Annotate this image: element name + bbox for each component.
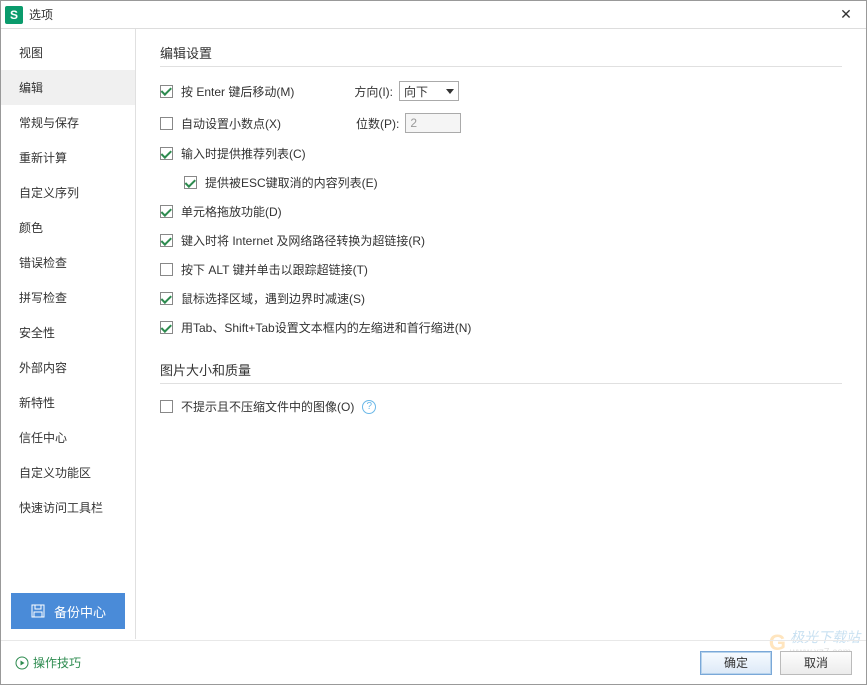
checkbox-tab-indent[interactable]: [160, 321, 173, 334]
sidebar-item-view[interactable]: 视图: [1, 35, 135, 70]
section-image-quality: 图片大小和质量: [160, 360, 842, 384]
sidebar-item-ribbon[interactable]: 自定义功能区: [1, 455, 135, 490]
select-direction-value: 向下: [404, 83, 428, 100]
titlebar: S 选项 ✕: [1, 1, 866, 29]
label-auto-decimal: 自动设置小数点(X): [181, 115, 281, 132]
cancel-button[interactable]: 取消: [780, 651, 852, 675]
checkbox-mouse-slow[interactable]: [160, 292, 173, 305]
sidebar-item-features[interactable]: 新特性: [1, 385, 135, 420]
sidebar-item-external[interactable]: 外部内容: [1, 350, 135, 385]
input-places[interactable]: [405, 113, 461, 133]
label-mouse-slow: 鼠标选择区域，遇到边界时减速(S): [181, 290, 365, 307]
chevron-down-icon: [446, 89, 454, 94]
main-area: 视图 编辑 常规与保存 重新计算 自定义序列 颜色 错误检查 拼写检查 安全性 …: [1, 29, 866, 639]
sidebar-item-recalculate[interactable]: 重新计算: [1, 140, 135, 175]
label-no-compress: 不提示且不压缩文件中的图像(O): [181, 398, 354, 415]
play-icon: [15, 656, 29, 670]
help-icon[interactable]: ?: [362, 400, 376, 414]
backup-label: 备份中心: [54, 602, 106, 621]
sidebar-item-custom-list[interactable]: 自定义序列: [1, 175, 135, 210]
label-tab-indent: 用Tab、Shift+Tab设置文本框内的左缩进和首行缩进(N): [181, 319, 471, 336]
backup-center-button[interactable]: 备份中心: [11, 593, 125, 629]
checkbox-drag-drop[interactable]: [160, 205, 173, 218]
checkbox-recommend-list[interactable]: [160, 147, 173, 160]
section-edit-settings: 编辑设置: [160, 43, 842, 67]
select-direction[interactable]: 向下: [399, 81, 459, 101]
checkbox-alt-click[interactable]: [160, 263, 173, 276]
sidebar-item-qat[interactable]: 快速访问工具栏: [1, 490, 135, 525]
tips-link[interactable]: 操作技巧: [15, 654, 81, 671]
label-drag-drop: 单元格拖放功能(D): [181, 203, 282, 220]
window-title: 选项: [29, 6, 830, 23]
footer: 操作技巧 确定 取消: [1, 640, 866, 684]
sidebar-item-edit[interactable]: 编辑: [1, 70, 135, 105]
sidebar-item-color[interactable]: 颜色: [1, 210, 135, 245]
content-panel: 编辑设置 按 Enter 键后移动(M) 方向(I): 向下 自动设置小数点(X…: [136, 29, 866, 639]
sidebar: 视图 编辑 常规与保存 重新计算 自定义序列 颜色 错误检查 拼写检查 安全性 …: [1, 29, 136, 639]
label-enter-move: 按 Enter 键后移动(M): [181, 83, 294, 100]
sidebar-item-general-save[interactable]: 常规与保存: [1, 105, 135, 140]
close-button[interactable]: ✕: [830, 1, 862, 29]
sidebar-item-trust[interactable]: 信任中心: [1, 420, 135, 455]
ok-button[interactable]: 确定: [700, 651, 772, 675]
label-alt-click: 按下 ALT 键并单击以跟踪超链接(T): [181, 261, 368, 278]
tips-label: 操作技巧: [33, 654, 81, 671]
sidebar-item-spelling[interactable]: 拼写检查: [1, 280, 135, 315]
checkbox-enter-move[interactable]: [160, 85, 173, 98]
label-hyperlink: 键入时将 Internet 及网络路径转换为超链接(R): [181, 232, 425, 249]
label-esc-list: 提供被ESC键取消的内容列表(E): [205, 174, 378, 191]
checkbox-auto-decimal[interactable]: [160, 117, 173, 130]
checkbox-hyperlink[interactable]: [160, 234, 173, 247]
checkbox-esc-list[interactable]: [184, 176, 197, 189]
label-direction: 方向(I):: [354, 83, 393, 100]
label-recommend-list: 输入时提供推荐列表(C): [181, 145, 306, 162]
checkbox-no-compress[interactable]: [160, 400, 173, 413]
sidebar-item-error-check[interactable]: 错误检查: [1, 245, 135, 280]
sidebar-item-security[interactable]: 安全性: [1, 315, 135, 350]
label-places: 位数(P):: [356, 115, 399, 132]
backup-icon: [30, 603, 46, 619]
app-icon: S: [5, 6, 23, 24]
